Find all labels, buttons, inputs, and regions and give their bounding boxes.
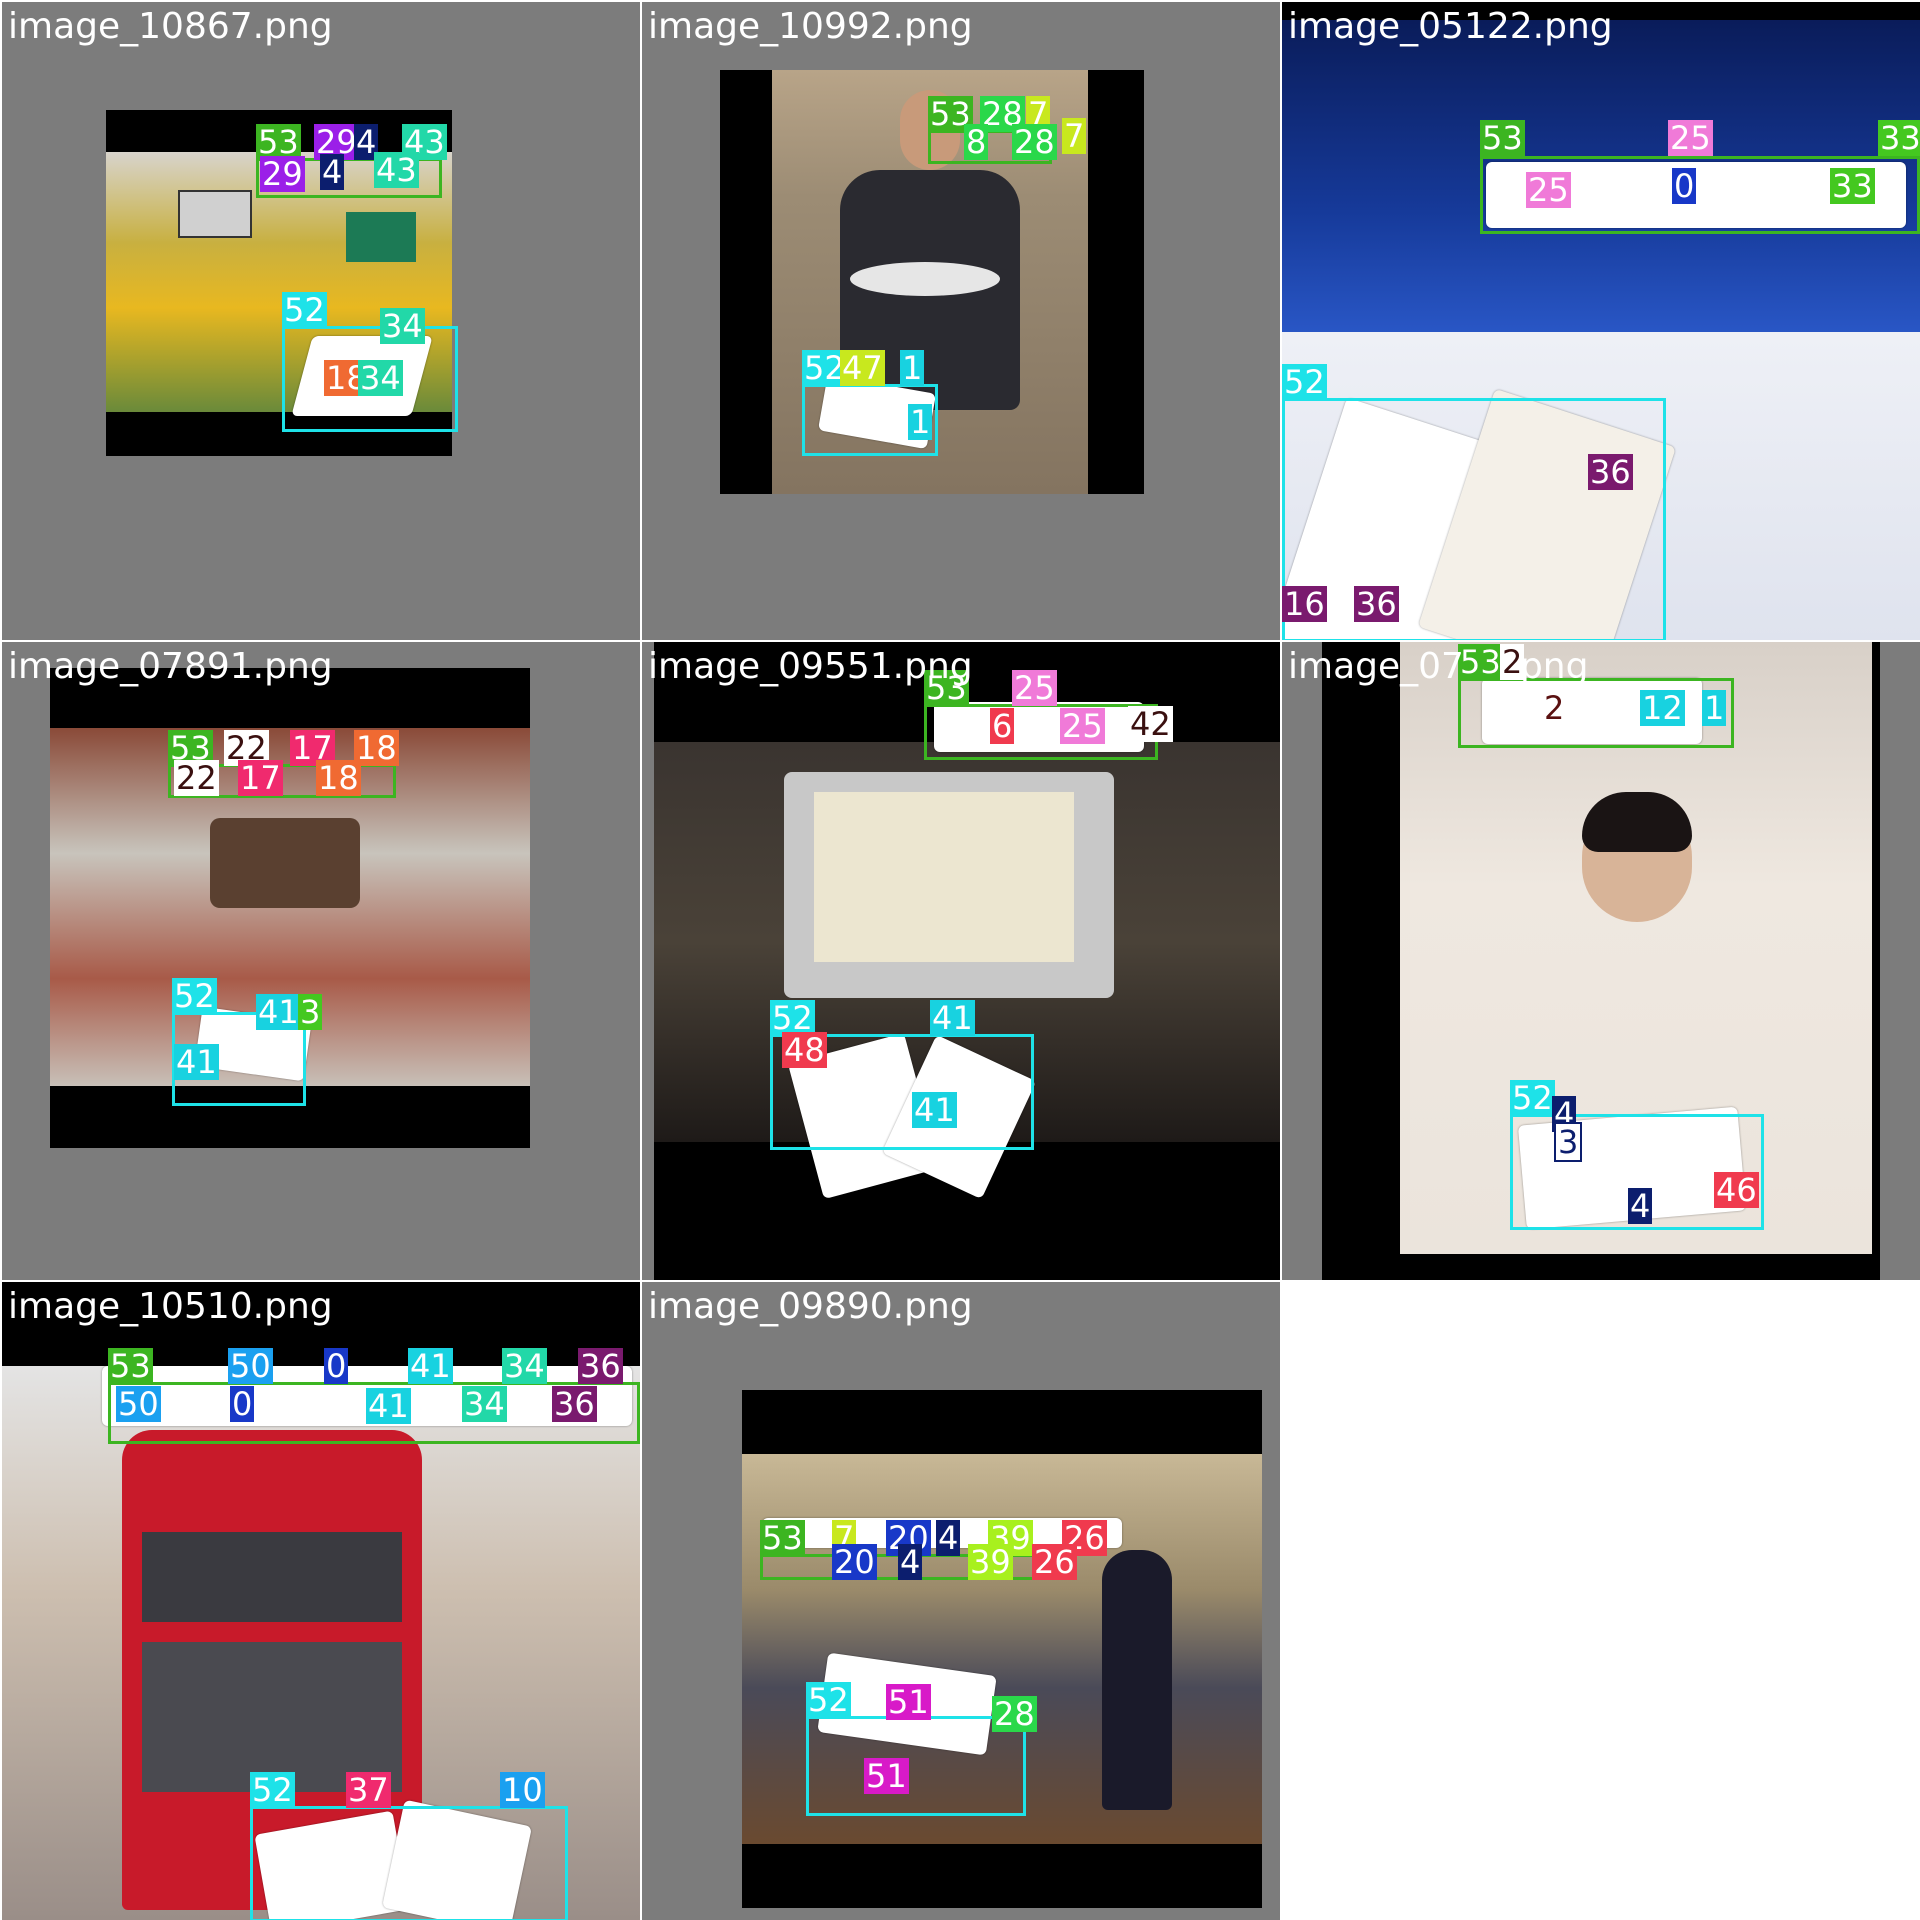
detection-label: 51 <box>886 1683 931 1721</box>
detection-label: 36 <box>552 1385 597 1423</box>
tile-filename-head: image_07 <box>1288 646 1464 687</box>
detection-label: 36 <box>1588 453 1633 491</box>
tile-image-10867: image_10867.png 53 29 4 43 29 4 43 52 34… <box>2 2 640 640</box>
detection-label: 3 <box>298 993 323 1031</box>
detection-label: 4 <box>936 1519 961 1557</box>
detection-label: 0 <box>1672 167 1697 205</box>
detection-label: 52 <box>172 977 217 1015</box>
detection-label: 25 <box>1012 669 1057 707</box>
tile-filename-tail: png <box>1519 646 1589 687</box>
detection-label: 4 <box>898 1543 923 1581</box>
detection-label: 53 <box>108 1347 153 1385</box>
detection-label: 25 <box>1668 119 1713 157</box>
detection-label: 48 <box>782 1031 827 1069</box>
detection-label: 7 <box>1062 117 1087 155</box>
detection-label: 3 <box>1554 1122 1583 1162</box>
detection-label: 50 <box>228 1347 273 1385</box>
detection-label: 1 <box>900 349 925 387</box>
detection-label: 4 <box>320 153 345 191</box>
detection-label: 6 <box>990 707 1015 745</box>
detection-label: 8 <box>964 123 989 161</box>
detection-label: 28 <box>1012 123 1057 161</box>
detection-label: 0 <box>324 1347 349 1385</box>
detection-label: 34 <box>358 359 403 397</box>
tile-filename: image_09551.png <box>648 646 973 687</box>
detection-label: 10 <box>500 1771 545 1809</box>
detection-label: 16 <box>1282 585 1327 623</box>
detection-label: 0 <box>230 1385 255 1423</box>
detection-label: 12 <box>1640 689 1685 727</box>
detection-label: 36 <box>578 1347 623 1385</box>
tile-filename: image_07 png <box>1288 646 1588 687</box>
detection-label: 41 <box>930 999 975 1037</box>
tile-image-10510: image_10510.png 53 50 0 41 34 36 50 0 41… <box>2 1282 640 1920</box>
detection-label: 41 <box>366 1387 411 1425</box>
detection-label: 52 <box>1510 1079 1555 1117</box>
detection-label: 53 <box>760 1519 805 1557</box>
tile-filename: image_10867.png <box>8 6 333 47</box>
detection-label: 52 <box>250 1771 295 1809</box>
detection-label: 47 <box>840 349 885 387</box>
detection-label: 43 <box>374 151 419 189</box>
detection-label: 18 <box>316 759 361 797</box>
detection-label: 53 <box>1480 119 1525 157</box>
detection-label: 41 <box>174 1043 219 1081</box>
detection-label: 39 <box>968 1543 1013 1581</box>
detection-label: 42 <box>1128 705 1173 743</box>
detection-label: 25 <box>1060 707 1105 745</box>
tile-filename: image_05122.png <box>1288 6 1613 47</box>
detection-label: 4 <box>1628 1187 1653 1225</box>
tile-image-09890: image_09890.png 53 7 20 4 39 26 20 4 39 … <box>642 1282 1280 1920</box>
detection-label: 37 <box>346 1771 391 1809</box>
detection-label: 1 <box>908 403 933 441</box>
detection-label: 33 <box>1878 120 1920 156</box>
mosaic-grid: image_10867.png 53 29 4 43 29 4 43 52 34… <box>0 0 1920 1920</box>
detection-label: 34 <box>462 1385 507 1423</box>
tile-image-09551: image_09551.png 53 25 6 25 42 52 41 48 4… <box>642 642 1280 1280</box>
detection-label: 20 <box>832 1543 877 1581</box>
detection-label: 46 <box>1714 1171 1759 1209</box>
tile-image-07: image_07 png 53 2 2 12 1 52 4 3 4 46 <box>1282 642 1920 1280</box>
photo-wine-bar <box>742 1390 1262 1908</box>
detection-label: 41 <box>408 1347 453 1385</box>
detection-label: 26 <box>1032 1543 1077 1581</box>
detection-box-52 <box>250 1806 568 1920</box>
detection-label: 34 <box>380 307 425 345</box>
detection-label: 52 <box>1282 363 1327 401</box>
detection-label: 41 <box>256 993 301 1031</box>
detection-label: 25 <box>1526 171 1571 209</box>
detection-box-53 <box>924 704 1158 760</box>
detection-box-53 <box>1458 678 1734 748</box>
detection-label: 28 <box>992 1695 1037 1733</box>
detection-box-52 <box>1282 398 1666 640</box>
detection-label: 22 <box>174 759 219 797</box>
detection-label: 33 <box>1830 167 1875 205</box>
detection-label: 36 <box>1354 585 1399 623</box>
detection-label: 1 <box>1702 689 1727 727</box>
detection-label: 41 <box>912 1091 957 1129</box>
detection-label: 50 <box>116 1385 161 1423</box>
tile-image-07891: image_07891.png 53 22 17 18 22 17 18 52 … <box>2 642 640 1280</box>
tile-filename: image_10510.png <box>8 1286 333 1327</box>
detection-label: 52 <box>806 1681 851 1719</box>
detection-label: 2 <box>1544 689 1565 727</box>
tile-image-10992: image_10992.png 53 28 7 8 28 7 52 47 1 1 <box>642 2 1280 640</box>
tile-image-05122: image_05122.png 53 25 33 25 0 33 52 36 1… <box>1282 2 1920 640</box>
detection-label: 52 <box>282 291 327 329</box>
tile-filename: image_10992.png <box>648 6 973 47</box>
detection-label: 29 <box>260 155 305 193</box>
detection-label: 34 <box>502 1347 547 1385</box>
tile-filename: image_07891.png <box>8 646 333 687</box>
detection-label: 17 <box>238 759 283 797</box>
tile-filename: image_09890.png <box>648 1286 973 1327</box>
detection-label: 51 <box>864 1757 909 1795</box>
